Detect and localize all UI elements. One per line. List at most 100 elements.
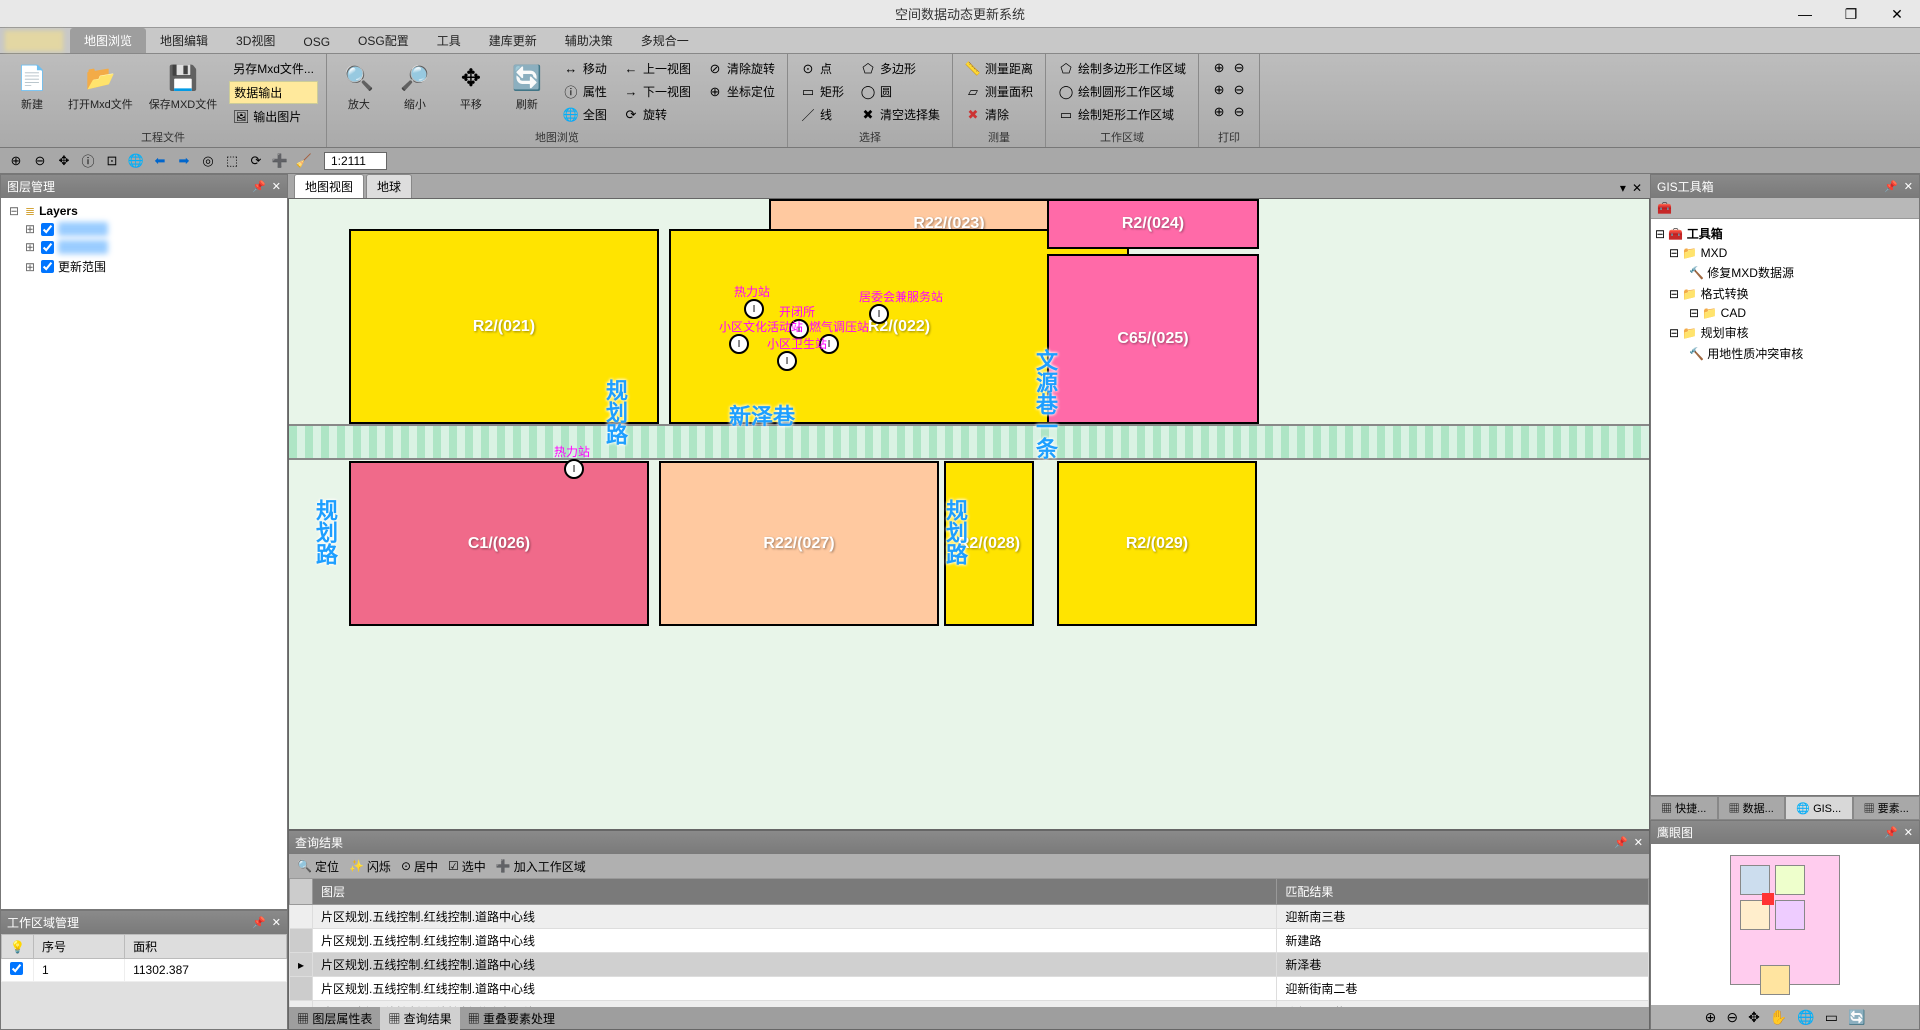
ribbon-tab-1[interactable]: 地图编辑 bbox=[146, 28, 222, 53]
toolbox-node[interactable]: 🔨 修复MXD数据源 bbox=[1655, 262, 1915, 283]
tab-dropdown-icon[interactable]: ▾ bbox=[1620, 181, 1626, 195]
ov-pan-icon[interactable]: ✥ bbox=[1748, 1009, 1760, 1026]
window-maximize[interactable]: ❐ bbox=[1828, 0, 1874, 28]
tb-prev-icon[interactable]: ⬅ bbox=[150, 151, 170, 171]
pin-icon[interactable]: 📌 bbox=[252, 916, 266, 929]
prev-view-button[interactable]: ←上一视图 bbox=[619, 58, 695, 79]
tb-globe-icon[interactable]: 🌐 bbox=[126, 151, 146, 171]
tb-zoomout-icon[interactable]: ⊖ bbox=[30, 151, 50, 171]
select-polygon-button[interactable]: ⬠多边形 bbox=[856, 58, 944, 79]
toolbox-node[interactable]: ⊟ 📁 CAD bbox=[1655, 304, 1915, 322]
close-icon[interactable]: ✕ bbox=[272, 916, 281, 929]
zoomout-button[interactable]: 🔎缩小 bbox=[391, 58, 439, 116]
query-row[interactable]: 片区规划.五线控制.红线控制.道路中心线迎新街南二巷 bbox=[290, 977, 1649, 1001]
window-close[interactable]: ✕ bbox=[1874, 0, 1920, 28]
next-view-button[interactable]: →下一视图 bbox=[619, 81, 695, 102]
query-center-button[interactable]: ⊙ 居中 bbox=[401, 858, 438, 875]
tb-pan-icon[interactable]: ✥ bbox=[54, 151, 74, 171]
tb-add-icon[interactable]: ➕ bbox=[270, 151, 290, 171]
tb-target-icon[interactable]: ◎ bbox=[198, 151, 218, 171]
toolbox-node[interactable]: ⊟ 📁 格式转换 bbox=[1655, 283, 1915, 304]
pan-button[interactable]: ✥平移 bbox=[447, 58, 495, 116]
tab-close-icon[interactable]: ✕ bbox=[1632, 181, 1642, 195]
save-mxd-button[interactable]: 💾保存MXD文件 bbox=[145, 58, 221, 116]
query-row[interactable]: 片区规划.五线控制.红线控制.道路中心线迎新南三巷 bbox=[290, 905, 1649, 929]
tb-zoomin-icon[interactable]: ⊕ bbox=[6, 151, 26, 171]
bottom-tab-2[interactable]: ▦ 重叠要素处理 bbox=[460, 1007, 563, 1030]
parcel[interactable]: C65/(025) bbox=[1047, 254, 1259, 424]
ov-refresh-icon[interactable]: 🔄 bbox=[1848, 1009, 1865, 1026]
ov-globe-icon[interactable]: 🌐 bbox=[1797, 1009, 1814, 1026]
ribbon-tab-2[interactable]: 3D视图 bbox=[222, 28, 289, 53]
select-circle-button[interactable]: ◯圆 bbox=[856, 81, 944, 102]
query-flash-button[interactable]: ✨ 闪烁 bbox=[349, 858, 391, 875]
ribbon-tab-7[interactable]: 辅助决策 bbox=[551, 28, 627, 53]
attributes-button[interactable]: ⓘ属性 bbox=[559, 81, 611, 102]
draw-polygon-wa-button[interactable]: ⬠绘制多边形工作区域 bbox=[1054, 58, 1190, 79]
close-icon[interactable]: ✕ bbox=[272, 180, 281, 193]
toolbox-node[interactable]: 🔨 用地性质冲突审核 bbox=[1655, 343, 1915, 364]
right-tab-3[interactable]: ▦ 要素... bbox=[1853, 796, 1920, 820]
ribbon-tab-3[interactable]: OSG bbox=[289, 31, 344, 53]
print-full-button[interactable]: ⊕ ⊖ bbox=[1207, 102, 1251, 122]
layer-check-1[interactable] bbox=[41, 241, 54, 254]
select-line-button[interactable]: ／线 bbox=[796, 104, 848, 125]
query-row[interactable]: ▸片区规划.五线控制.红线控制.道路中心线新泽巷 bbox=[290, 953, 1649, 977]
tab-map-view[interactable]: 地图视图 bbox=[294, 174, 364, 198]
parcel[interactable]: R2/(029) bbox=[1057, 461, 1257, 626]
measure-distance-button[interactable]: 📏测量距离 bbox=[961, 58, 1037, 79]
query-add-workarea-button[interactable]: ➕ 加入工作区域 bbox=[496, 858, 586, 875]
print-zoomin-button[interactable]: ⊕ ⊖ bbox=[1207, 58, 1251, 78]
scale-combo[interactable]: 1:2111 bbox=[324, 152, 387, 170]
query-row[interactable]: 片区规划.五线控制.红线控制.道路中心线新建路 bbox=[290, 929, 1649, 953]
print-zoomout-button[interactable]: ⊕ ⊖ bbox=[1207, 80, 1251, 100]
ribbon-tab-8[interactable]: 多规合一 bbox=[627, 28, 703, 53]
query-locate-button[interactable]: 🔍 定位 bbox=[297, 858, 339, 875]
parcel[interactable]: R2/(024) bbox=[1047, 199, 1259, 249]
bottom-tab-0[interactable]: ▦ 图层属性表 bbox=[289, 1007, 380, 1030]
tb-identify-icon[interactable]: ⓘ bbox=[78, 151, 98, 171]
pin-icon[interactable]: 📌 bbox=[1614, 836, 1628, 849]
measure-area-button[interactable]: ▱测量面积 bbox=[961, 81, 1037, 102]
poi-point[interactable]: I bbox=[744, 299, 764, 319]
ov-rect-icon[interactable]: ▭ bbox=[1825, 1009, 1838, 1026]
workarea-row[interactable]: 111302.387 bbox=[2, 959, 287, 982]
poi-point[interactable]: I bbox=[564, 459, 584, 479]
layer-check-2[interactable] bbox=[41, 260, 54, 273]
poi-point[interactable]: I bbox=[729, 334, 749, 354]
right-tab-1[interactable]: ▦ 数据... bbox=[1718, 796, 1786, 820]
tb-select-icon[interactable]: ⬚ bbox=[222, 151, 242, 171]
overview-map[interactable] bbox=[1651, 844, 1919, 1005]
tb-rotate-icon[interactable]: ⟳ bbox=[246, 151, 266, 171]
layer-check-0[interactable] bbox=[41, 223, 54, 236]
draw-rect-wa-button[interactable]: ▭绘制矩形工作区域 bbox=[1054, 104, 1190, 125]
draw-circle-wa-button[interactable]: ◯绘制圆形工作区域 bbox=[1054, 81, 1190, 102]
poi-point[interactable]: I bbox=[869, 304, 889, 324]
parcel[interactable]: C1/(026) bbox=[349, 461, 649, 626]
open-mxd-button[interactable]: 📂打开Mxd文件 bbox=[64, 58, 137, 116]
ribbon-tab-6[interactable]: 建库更新 bbox=[475, 28, 551, 53]
clear-selection-button[interactable]: ✖清空选择集 bbox=[856, 104, 944, 125]
export-image-button[interactable]: 🖼输出图片 bbox=[229, 106, 318, 127]
pin-icon[interactable]: 📌 bbox=[1884, 180, 1898, 193]
full-extent-button[interactable]: 🌐全图 bbox=[559, 104, 611, 125]
select-point-button[interactable]: ⊙点 bbox=[796, 58, 848, 79]
parcel[interactable]: R22/(027) bbox=[659, 461, 939, 626]
new-button[interactable]: 📄新建 bbox=[8, 58, 56, 116]
coord-locate-button[interactable]: ⊕坐标定位 bbox=[703, 81, 779, 102]
pin-icon[interactable]: 📌 bbox=[1884, 826, 1898, 839]
pin-icon[interactable]: 📌 bbox=[252, 180, 266, 193]
tab-globe[interactable]: 地球 bbox=[366, 174, 412, 198]
ov-zoomin-icon[interactable]: ⊕ bbox=[1705, 1009, 1717, 1026]
refresh-button[interactable]: 🔄刷新 bbox=[503, 58, 551, 116]
saveas-mxd-button[interactable]: 另存Mxd文件... bbox=[229, 58, 318, 79]
tb-clear-icon[interactable]: 🧹 bbox=[294, 151, 314, 171]
poi-point[interactable]: I bbox=[777, 351, 797, 371]
rotate-button[interactable]: ⟳旋转 bbox=[619, 104, 695, 125]
toolbox-node[interactable]: ⊟ 📁 MXD bbox=[1655, 244, 1915, 262]
close-icon[interactable]: ✕ bbox=[1634, 836, 1643, 849]
ribbon-tab-5[interactable]: 工具 bbox=[423, 28, 475, 53]
map-canvas[interactable]: R2/(021)R22/(023)R2/(022)R2/(024)C65/(02… bbox=[288, 198, 1650, 830]
right-tab-2[interactable]: 🌐 GIS... bbox=[1785, 796, 1853, 820]
ribbon-tab-0[interactable]: 地图浏览 bbox=[70, 28, 146, 53]
